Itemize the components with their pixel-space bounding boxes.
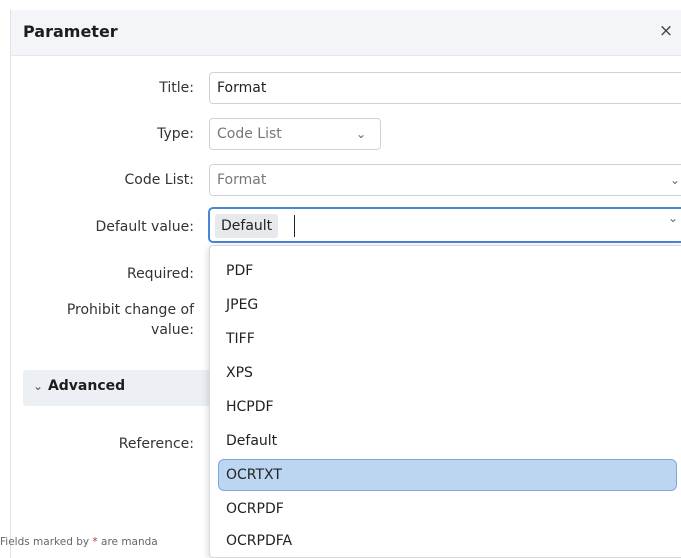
chevron-down-icon: ⌄	[356, 127, 367, 141]
code-list-select[interactable]: Format ⌄	[209, 164, 681, 196]
reference-label: Reference:	[118, 436, 194, 452]
footnote-text: Fields marked by	[0, 536, 93, 548]
dialog-title: Parameter	[23, 22, 118, 41]
default-value-label: Default value:	[95, 219, 194, 235]
default-value-input[interactable]: Default ⌄	[208, 207, 681, 243]
type-select[interactable]: Code List ⌄	[209, 118, 381, 150]
footnote-text-end: are manda	[97, 536, 158, 548]
chevron-down-icon: ⌄	[670, 173, 681, 187]
default-value-dropdown: PDF JPEG TIFF XPS HCPDF Default OCRTXT O…	[209, 245, 681, 558]
code-list-value: Format	[217, 172, 267, 188]
dropdown-option[interactable]: PDF	[218, 255, 677, 287]
mandatory-footnote: Fields marked by * are manda	[0, 536, 158, 548]
chevron-down-icon[interactable]: ⌄	[668, 211, 678, 225]
title-label: Title:	[159, 80, 194, 96]
close-icon[interactable]: ×	[656, 20, 676, 42]
default-chip[interactable]: Default	[215, 214, 279, 238]
required-label: Required:	[126, 266, 194, 282]
advanced-toggle: ⌄ Advanced	[33, 378, 125, 394]
code-list-label: Code List:	[124, 172, 194, 188]
prohibit-label-line2: value:	[151, 322, 194, 338]
text-caret	[294, 215, 295, 237]
dropdown-option[interactable]: TIFF	[218, 323, 677, 355]
dropdown-option[interactable]: XPS	[218, 357, 677, 389]
dropdown-option[interactable]: JPEG	[218, 289, 677, 321]
type-select-value: Code List	[217, 126, 282, 142]
type-label: Type:	[157, 126, 194, 142]
advanced-label: Advanced	[47, 378, 126, 394]
prohibit-label-line1: Prohibit change of	[66, 302, 194, 318]
dropdown-option[interactable]: Default	[218, 425, 677, 457]
dropdown-option[interactable]: OCRPDF	[218, 493, 677, 525]
background	[0, 0, 10, 558]
chevron-down-icon: ⌄	[33, 379, 44, 393]
dialog-header: Parameter ×	[11, 10, 681, 56]
dropdown-option-highlighted[interactable]: OCRTXT	[218, 459, 677, 491]
dropdown-option[interactable]: HCPDF	[218, 391, 677, 423]
dropdown-option[interactable]: OCRPDFA	[218, 525, 677, 557]
title-input[interactable]: Format	[209, 72, 681, 104]
